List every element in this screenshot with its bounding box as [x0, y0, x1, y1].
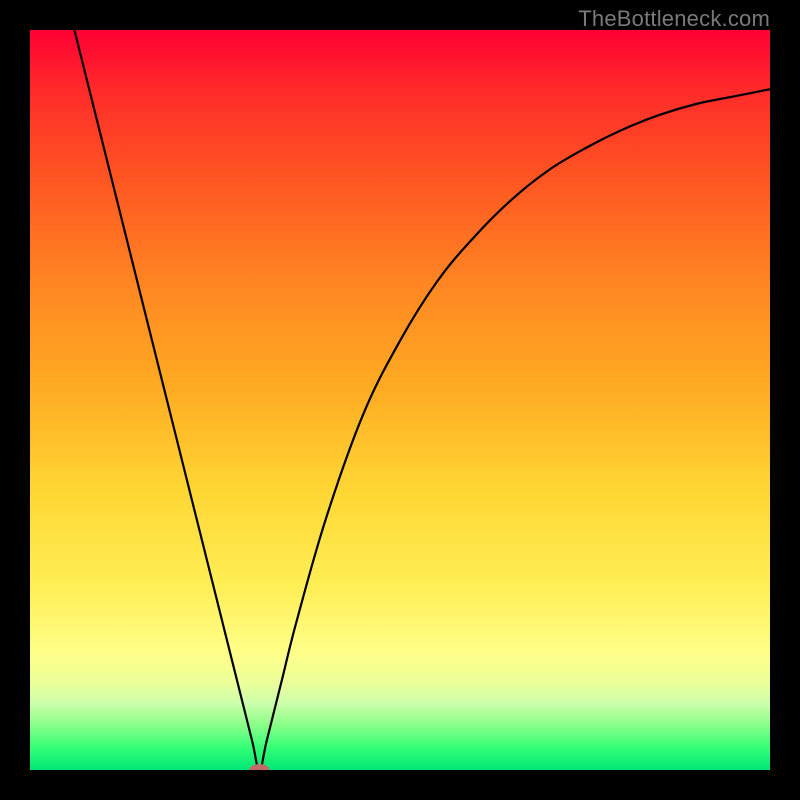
- chart-plot-area: [30, 30, 770, 770]
- optimal-point-marker: [249, 764, 269, 770]
- watermark-text: TheBottleneck.com: [578, 6, 770, 32]
- chart-svg: [30, 30, 770, 770]
- bottleneck-curve: [74, 30, 770, 770]
